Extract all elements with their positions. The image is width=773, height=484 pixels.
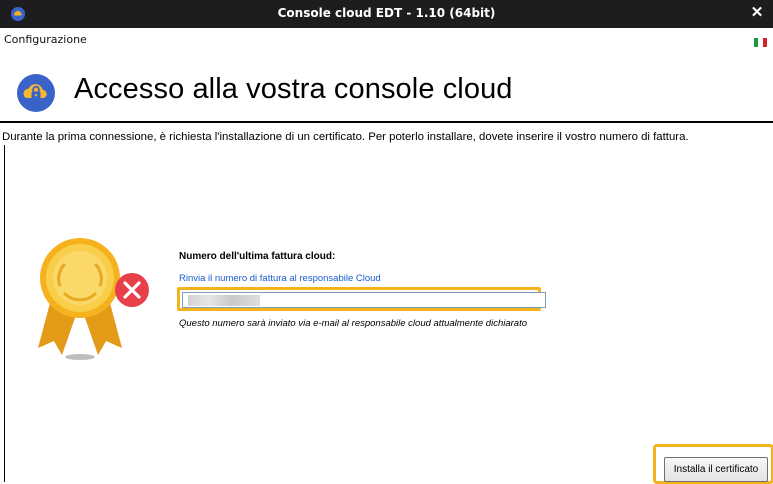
- italy-flag-icon[interactable]: [754, 38, 767, 47]
- section-label: Configurazione: [4, 33, 87, 46]
- resend-invoice-link[interactable]: Rinvia il numero di fattura al responsab…: [179, 273, 381, 284]
- page-title: Accesso alla vostra console cloud: [74, 73, 513, 105]
- window-title: Console cloud EDT - 1.10 (64bit): [277, 6, 496, 20]
- install-button-highlight: Installa il certificato: [653, 444, 773, 484]
- invoice-field-highlight: [177, 287, 546, 311]
- redacted-value: [188, 295, 260, 306]
- invoice-field-label: Numero dell'ultima fattura cloud:: [179, 251, 336, 262]
- close-icon[interactable]: ✕: [749, 5, 765, 21]
- invoice-hint: Questo numero sarà inviato via e-mail al…: [179, 318, 527, 329]
- intro-text: Durante la prima connessione, è richiest…: [2, 131, 689, 143]
- title-bar: Console cloud EDT - 1.10 (64bit) ✕: [0, 0, 773, 28]
- certificate-medal-error-icon: [38, 238, 149, 360]
- panel-edge: [4, 145, 5, 482]
- cloud-lock-icon: [17, 74, 55, 112]
- install-certificate-button[interactable]: Installa il certificato: [664, 457, 768, 482]
- header-divider: [0, 121, 773, 123]
